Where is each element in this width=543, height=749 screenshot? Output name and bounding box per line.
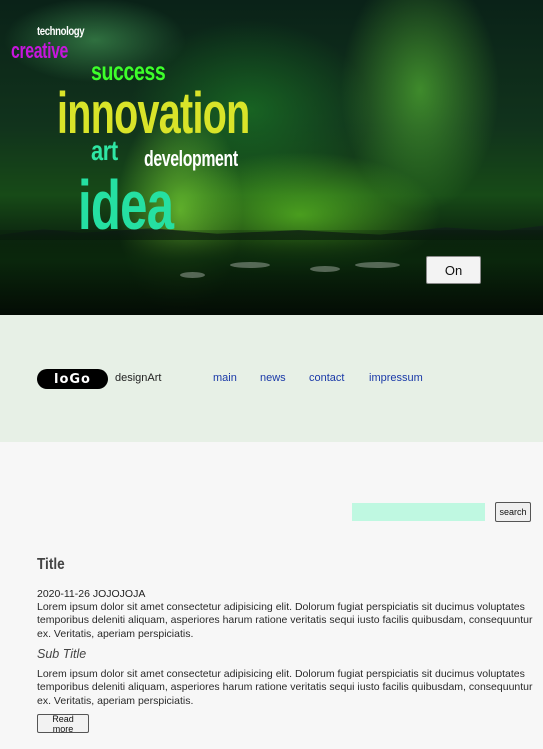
search-button[interactable]: search [495,502,531,522]
nav-link-impressum[interactable]: impressum [369,372,423,384]
nav-link-news[interactable]: news [260,372,286,384]
article-paragraph: Lorem ipsum dolor sit amet consectetur a… [37,668,533,707]
rock [310,266,340,272]
rock [230,262,270,268]
search-input[interactable] [352,503,485,521]
article-paragraph: Lorem ipsum dolor sit amet consectetur a… [37,601,533,640]
read-more-button[interactable]: Read more [37,714,89,734]
nav-link-main[interactable]: main [213,372,237,384]
hero-banner: technology creative success innovation a… [0,0,543,315]
word-innovation: innovation [57,81,250,146]
article-meta: 2020-11-26 JOJOJOJA [37,588,146,600]
word-art: art [91,135,118,166]
article-subtitle: Sub Title [37,647,87,661]
word-technology: technology [37,24,85,38]
word-creative: creative [11,38,69,63]
rock [355,262,400,268]
article-title: Title [37,556,65,573]
brand-name: designArt [115,372,162,384]
logo[interactable]: loGo [37,369,108,389]
nav-link-contact[interactable]: contact [309,372,344,384]
on-toggle-button[interactable]: On [426,256,481,284]
word-idea: idea [78,166,174,244]
rock [180,272,205,278]
